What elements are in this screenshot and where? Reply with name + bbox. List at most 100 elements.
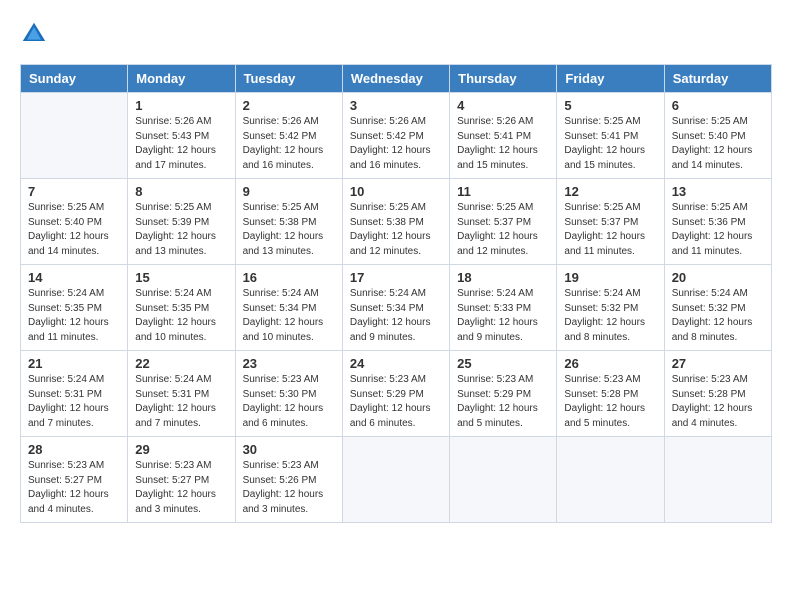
weekday-header-wednesday: Wednesday <box>342 65 449 93</box>
calendar-cell <box>450 437 557 523</box>
day-number: 6 <box>672 98 764 113</box>
day-number: 9 <box>243 184 335 199</box>
cell-info: Sunrise: 5:24 AM Sunset: 5:31 PM Dayligh… <box>28 373 120 431</box>
calendar-cell: 28 Sunrise: 5:23 AM Sunset: 5:27 PM Dayli… <box>21 437 128 523</box>
calendar-cell: 12Sunrise: 5:25 AM Sunset: 5:37 PM Dayli… <box>557 179 664 265</box>
calendar-cell: 27 Sunrise: 5:23 AM Sunset: 5:28 PM Dayli… <box>664 351 771 437</box>
calendar-cell: 30 Sunrise: 5:23 AM Sunset: 5:26 PM Dayli… <box>235 437 342 523</box>
cell-info: Sunrise: 5:24 AM Sunset: 5:34 PM Dayligh… <box>350 287 442 345</box>
day-number: 10 <box>350 184 442 199</box>
day-number: 28 <box>28 442 120 457</box>
calendar-cell: 16 Sunrise: 5:24 AM Sunset: 5:34 PM Dayli… <box>235 265 342 351</box>
day-number: 23 <box>243 356 335 371</box>
day-number: 27 <box>672 356 764 371</box>
cell-info: Sunrise: 5:24 AM Sunset: 5:31 PM Dayligh… <box>135 373 227 431</box>
calendar-cell: 6 Sunrise: 5:25 AM Sunset: 5:40 PM Daylig… <box>664 93 771 179</box>
calendar-cell: 3 Sunrise: 5:26 AM Sunset: 5:42 PM Daylig… <box>342 93 449 179</box>
day-number: 18 <box>457 270 549 285</box>
cell-info: Sunrise: 5:23 AM Sunset: 5:28 PM Dayligh… <box>672 373 764 431</box>
cell-info: Sunrise: 5:24 AM Sunset: 5:33 PM Dayligh… <box>457 287 549 345</box>
calendar-cell: 15 Sunrise: 5:24 AM Sunset: 5:35 PM Dayli… <box>128 265 235 351</box>
day-number: 8 <box>135 184 227 199</box>
day-number: 17 <box>350 270 442 285</box>
day-number: 25 <box>457 356 549 371</box>
week-row-2: 7Sunrise: 5:25 AM Sunset: 5:40 PM Daylig… <box>21 179 772 265</box>
cell-info: Sunrise: 5:24 AM Sunset: 5:35 PM Dayligh… <box>135 287 227 345</box>
cell-info: Sunrise: 5:24 AM Sunset: 5:35 PM Dayligh… <box>28 287 120 345</box>
day-number: 4 <box>457 98 549 113</box>
calendar-cell <box>557 437 664 523</box>
day-number: 2 <box>243 98 335 113</box>
cell-info: Sunrise: 5:25 AM Sunset: 5:40 PM Dayligh… <box>672 115 764 173</box>
cell-info: Sunrise: 5:25 AM Sunset: 5:37 PM Dayligh… <box>564 201 656 259</box>
cell-info: Sunrise: 5:24 AM Sunset: 5:34 PM Dayligh… <box>243 287 335 345</box>
day-number: 19 <box>564 270 656 285</box>
calendar-cell: 20 Sunrise: 5:24 AM Sunset: 5:32 PM Dayli… <box>664 265 771 351</box>
calendar-cell: 19 Sunrise: 5:24 AM Sunset: 5:32 PM Dayli… <box>557 265 664 351</box>
calendar-cell <box>342 437 449 523</box>
calendar-table: SundayMondayTuesdayWednesdayThursdayFrid… <box>20 64 772 523</box>
calendar-cell: 17 Sunrise: 5:24 AM Sunset: 5:34 PM Dayli… <box>342 265 449 351</box>
day-number: 1 <box>135 98 227 113</box>
cell-info: Sunrise: 5:24 AM Sunset: 5:32 PM Dayligh… <box>672 287 764 345</box>
cell-info: Sunrise: 5:25 AM Sunset: 5:38 PM Dayligh… <box>243 201 335 259</box>
cell-info: Sunrise: 5:26 AM Sunset: 5:41 PM Dayligh… <box>457 115 549 173</box>
week-row-1: 1 Sunrise: 5:26 AM Sunset: 5:43 PM Daylig… <box>21 93 772 179</box>
cell-info: Sunrise: 5:26 AM Sunset: 5:43 PM Dayligh… <box>135 115 227 173</box>
calendar-cell: 18 Sunrise: 5:24 AM Sunset: 5:33 PM Dayli… <box>450 265 557 351</box>
calendar-cell: 22 Sunrise: 5:24 AM Sunset: 5:31 PM Dayli… <box>128 351 235 437</box>
weekday-header-sunday: Sunday <box>21 65 128 93</box>
cell-info: Sunrise: 5:26 AM Sunset: 5:42 PM Dayligh… <box>350 115 442 173</box>
cell-info: Sunrise: 5:24 AM Sunset: 5:32 PM Dayligh… <box>564 287 656 345</box>
cell-info: Sunrise: 5:23 AM Sunset: 5:27 PM Dayligh… <box>28 459 120 517</box>
weekday-header-friday: Friday <box>557 65 664 93</box>
page-header <box>20 20 772 48</box>
day-number: 26 <box>564 356 656 371</box>
day-number: 30 <box>243 442 335 457</box>
day-number: 22 <box>135 356 227 371</box>
day-number: 5 <box>564 98 656 113</box>
weekday-header-row: SundayMondayTuesdayWednesdayThursdayFrid… <box>21 65 772 93</box>
week-row-5: 28 Sunrise: 5:23 AM Sunset: 5:27 PM Dayli… <box>21 437 772 523</box>
day-number: 29 <box>135 442 227 457</box>
cell-info: Sunrise: 5:25 AM Sunset: 5:39 PM Dayligh… <box>135 201 227 259</box>
day-number: 24 <box>350 356 442 371</box>
calendar-cell <box>21 93 128 179</box>
calendar-cell: 13 Sunrise: 5:25 AM Sunset: 5:36 PM Dayli… <box>664 179 771 265</box>
calendar-cell: 2 Sunrise: 5:26 AM Sunset: 5:42 PM Daylig… <box>235 93 342 179</box>
weekday-header-saturday: Saturday <box>664 65 771 93</box>
week-row-4: 21 Sunrise: 5:24 AM Sunset: 5:31 PM Dayli… <box>21 351 772 437</box>
day-number: 3 <box>350 98 442 113</box>
calendar-cell: 25Sunrise: 5:23 AM Sunset: 5:29 PM Dayli… <box>450 351 557 437</box>
day-number: 20 <box>672 270 764 285</box>
calendar-cell: 14 Sunrise: 5:24 AM Sunset: 5:35 PM Dayli… <box>21 265 128 351</box>
calendar-cell: 11 Sunrise: 5:25 AM Sunset: 5:37 PM Dayli… <box>450 179 557 265</box>
day-number: 15 <box>135 270 227 285</box>
day-number: 21 <box>28 356 120 371</box>
day-number: 11 <box>457 184 549 199</box>
week-row-3: 14 Sunrise: 5:24 AM Sunset: 5:35 PM Dayli… <box>21 265 772 351</box>
day-number: 14 <box>28 270 120 285</box>
calendar-cell: 21 Sunrise: 5:24 AM Sunset: 5:31 PM Dayli… <box>21 351 128 437</box>
logo <box>20 20 52 48</box>
weekday-header-tuesday: Tuesday <box>235 65 342 93</box>
day-number: 13 <box>672 184 764 199</box>
calendar-cell: 9 Sunrise: 5:25 AM Sunset: 5:38 PM Daylig… <box>235 179 342 265</box>
cell-info: Sunrise: 5:26 AM Sunset: 5:42 PM Dayligh… <box>243 115 335 173</box>
cell-info: Sunrise: 5:25 AM Sunset: 5:40 PM Dayligh… <box>28 201 120 259</box>
day-number: 16 <box>243 270 335 285</box>
calendar-cell: 26Sunrise: 5:23 AM Sunset: 5:28 PM Dayli… <box>557 351 664 437</box>
calendar-cell: 4 Sunrise: 5:26 AM Sunset: 5:41 PM Daylig… <box>450 93 557 179</box>
cell-info: Sunrise: 5:25 AM Sunset: 5:37 PM Dayligh… <box>457 201 549 259</box>
weekday-header-monday: Monday <box>128 65 235 93</box>
cell-info: Sunrise: 5:25 AM Sunset: 5:38 PM Dayligh… <box>350 201 442 259</box>
cell-info: Sunrise: 5:23 AM Sunset: 5:26 PM Dayligh… <box>243 459 335 517</box>
calendar-cell: 8 Sunrise: 5:25 AM Sunset: 5:39 PM Daylig… <box>128 179 235 265</box>
cell-info: Sunrise: 5:25 AM Sunset: 5:41 PM Dayligh… <box>564 115 656 173</box>
weekday-header-thursday: Thursday <box>450 65 557 93</box>
cell-info: Sunrise: 5:25 AM Sunset: 5:36 PM Dayligh… <box>672 201 764 259</box>
calendar-cell: 5 Sunrise: 5:25 AM Sunset: 5:41 PM Daylig… <box>557 93 664 179</box>
calendar-cell: 1 Sunrise: 5:26 AM Sunset: 5:43 PM Daylig… <box>128 93 235 179</box>
cell-info: Sunrise: 5:23 AM Sunset: 5:27 PM Dayligh… <box>135 459 227 517</box>
logo-icon <box>20 20 48 48</box>
